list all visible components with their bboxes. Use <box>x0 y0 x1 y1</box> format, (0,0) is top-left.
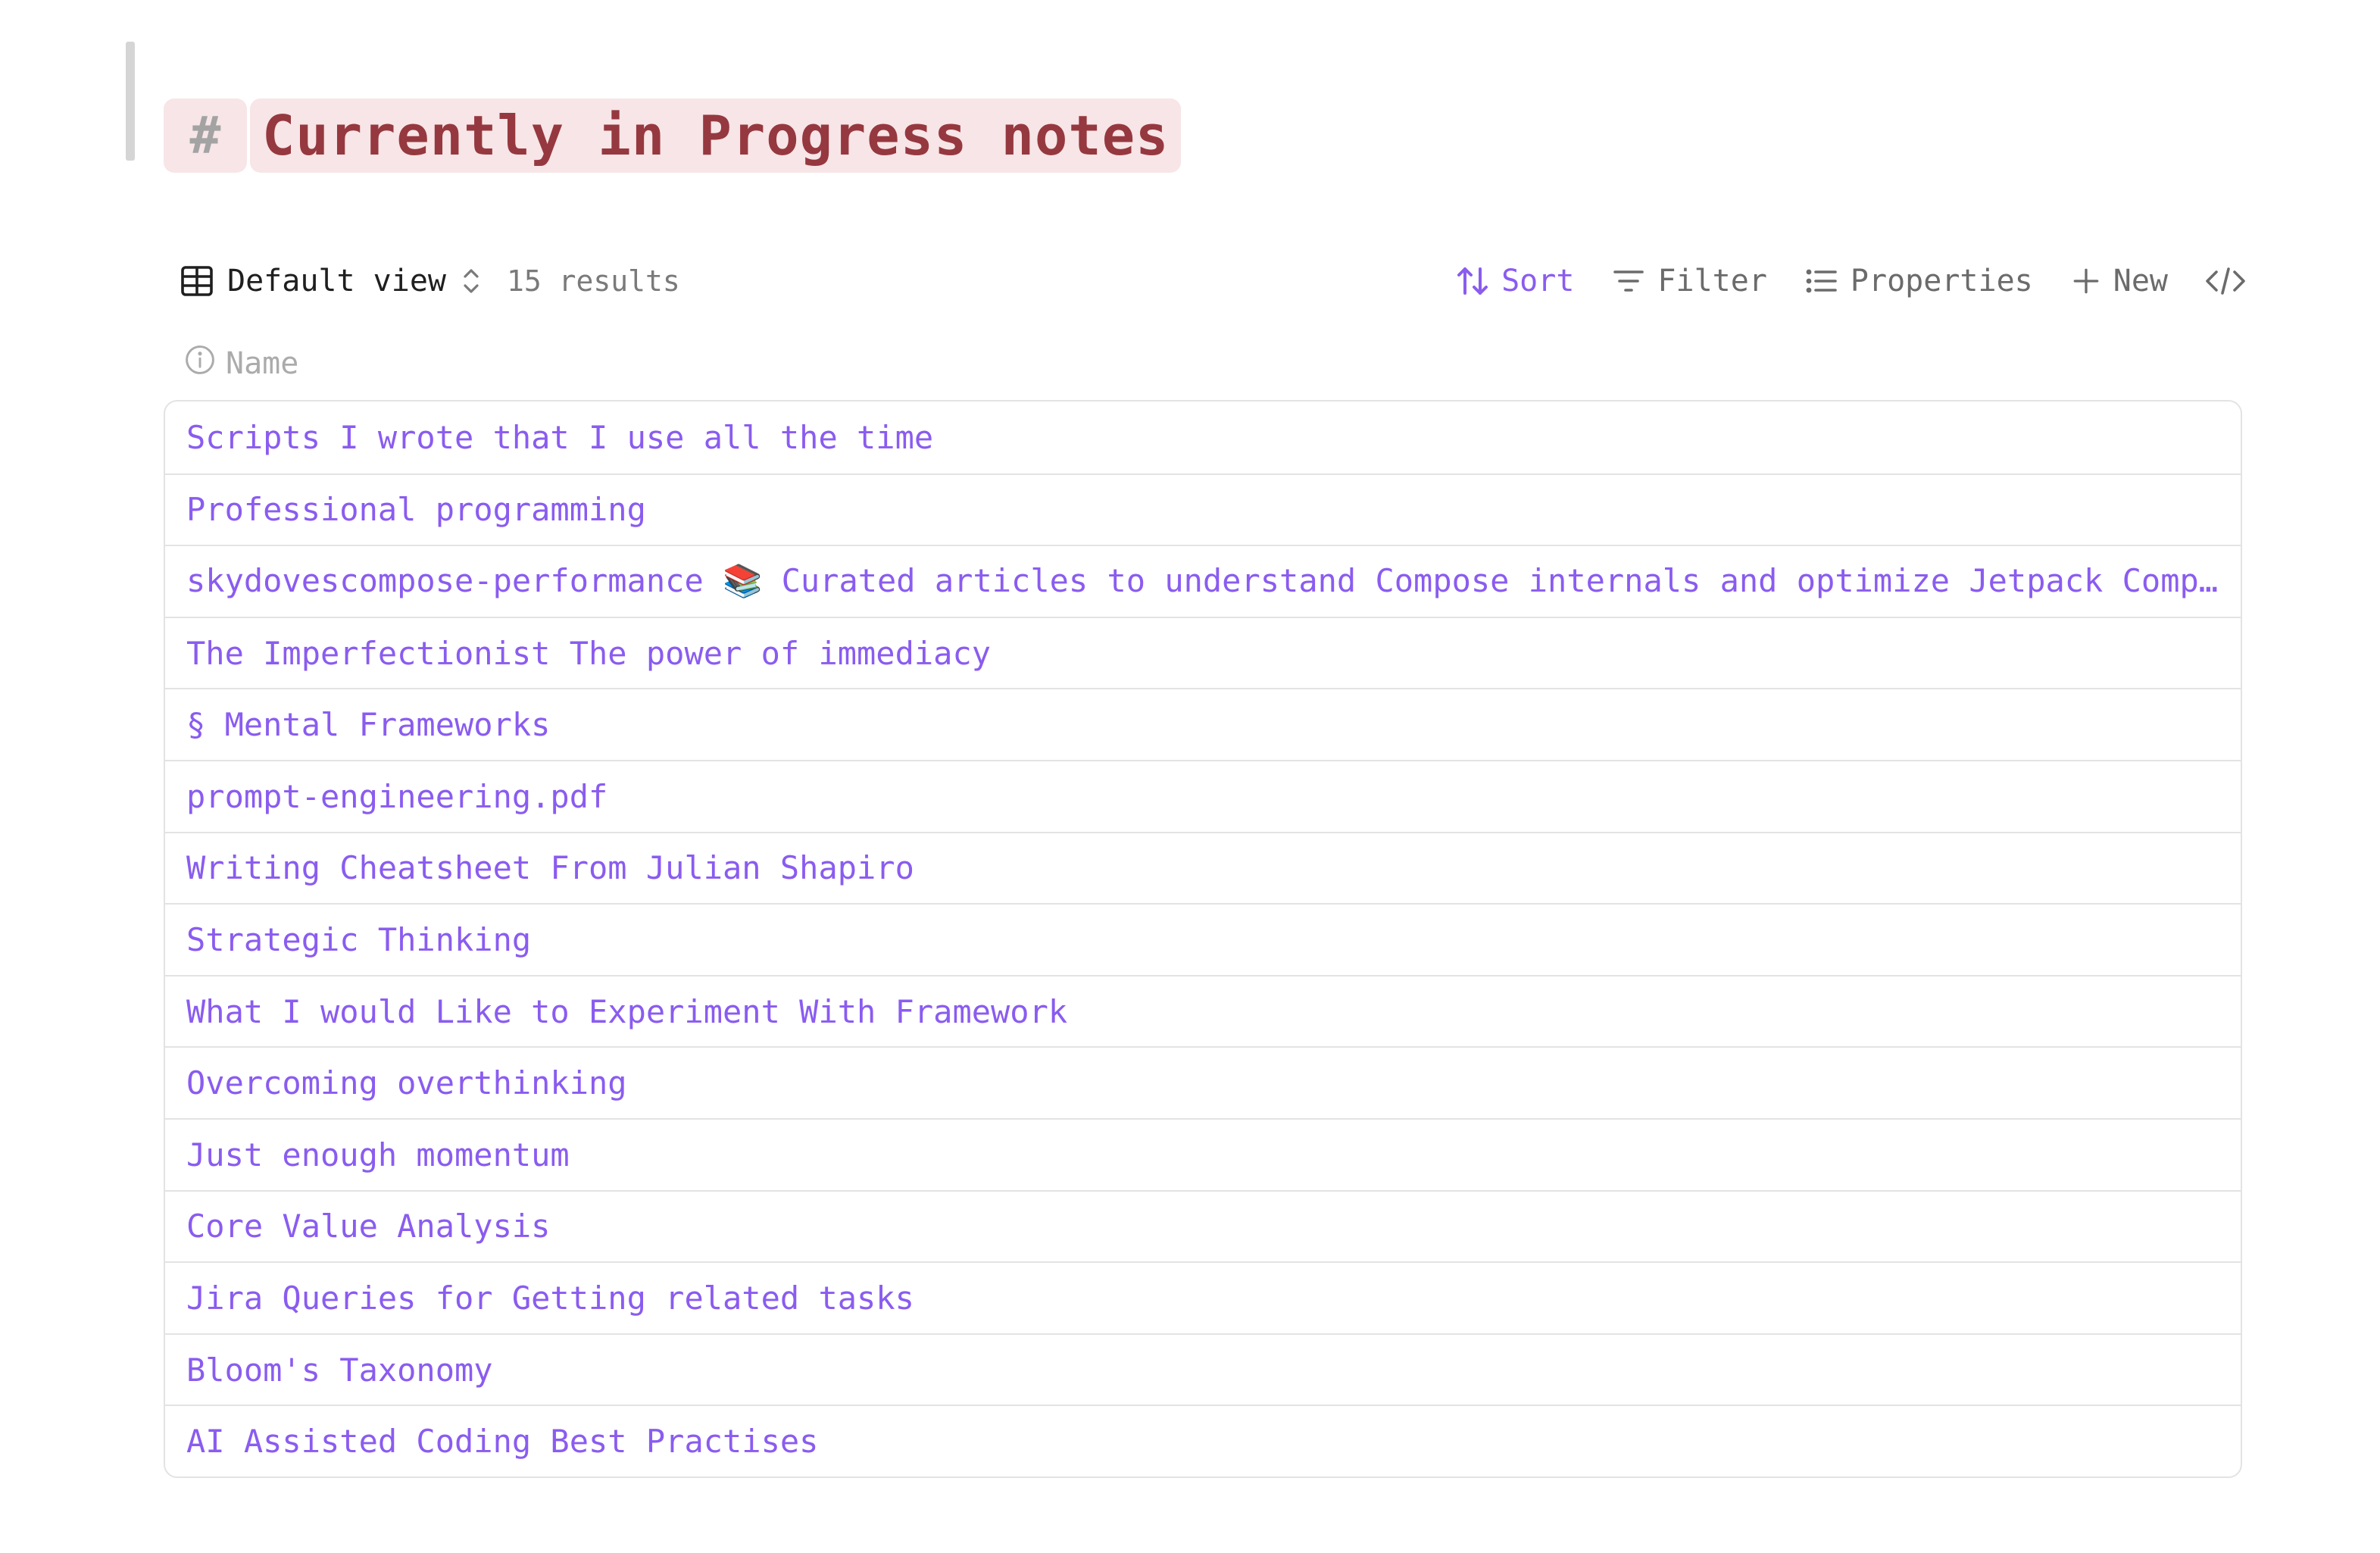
table-row[interactable]: The Imperfectionist The power of immedia… <box>165 616 2241 689</box>
table-row[interactable]: Jira Queries for Getting related tasks <box>165 1261 2241 1333</box>
block-gutter-bar <box>126 42 135 161</box>
toolbar-right: Sort Filter Properties New <box>1454 263 2247 299</box>
properties-button[interactable]: Properties <box>1804 263 2033 299</box>
page-heading: # Currently in Progress notes <box>164 98 1182 173</box>
view-selector-label: Default view <box>227 264 446 298</box>
properties-label: Properties <box>1850 264 2033 298</box>
note-link[interactable]: Scripts I wrote that I use all the time <box>186 419 933 456</box>
table-row[interactable]: § Mental Frameworks <box>165 688 2241 760</box>
note-link[interactable]: § Mental Frameworks <box>186 706 550 743</box>
heading-hash-marker: # <box>164 98 247 173</box>
table-row[interactable]: Bloom's Taxonomy <box>165 1333 2241 1405</box>
table-row[interactable]: Professional programming <box>165 473 2241 545</box>
table-view-icon <box>179 263 215 299</box>
view-selector[interactable]: Default view <box>179 263 484 299</box>
table-row[interactable]: skydovescompose-performance 📚 Curated ar… <box>165 545 2241 617</box>
table-row[interactable]: AI Assisted Coding Best Practises <box>165 1405 2241 1476</box>
page-title[interactable]: Currently in Progress notes <box>250 98 1182 173</box>
note-link[interactable]: Jira Queries for Getting related tasks <box>186 1280 914 1317</box>
table-row[interactable]: Overcoming overthinking <box>165 1046 2241 1118</box>
note-link[interactable]: The Imperfectionist The power of immedia… <box>186 635 991 672</box>
note-link[interactable]: skydovescompose-performance 📚 Curated ar… <box>186 562 2219 600</box>
table-row[interactable]: Core Value Analysis <box>165 1189 2241 1262</box>
note-link[interactable]: Just enough momentum <box>186 1136 570 1173</box>
results-table: Scripts I wrote that I use all the time … <box>164 400 2242 1478</box>
table-row[interactable]: What I would Like to Experiment With Fra… <box>165 974 2241 1047</box>
note-link[interactable]: Overcoming overthinking <box>186 1064 627 1101</box>
name-column-header[interactable]: Name <box>183 342 298 385</box>
filter-button[interactable]: Filter <box>1610 263 1767 299</box>
embed-code-button[interactable] <box>2204 263 2247 299</box>
sort-label: Sort <box>1501 264 1575 298</box>
view-toolbar: Default view 15 results Sort Filter Prop… <box>179 254 2247 308</box>
note-link[interactable]: AI Assisted Coding Best Practises <box>186 1423 818 1460</box>
new-button[interactable]: New <box>2069 264 2168 298</box>
results-count: 15 results <box>506 264 680 298</box>
table-row[interactable]: Scripts I wrote that I use all the time <box>165 402 2241 473</box>
toolbar-left: Default view 15 results <box>179 263 680 299</box>
sort-button[interactable]: Sort <box>1454 263 1574 299</box>
list-icon <box>1804 263 1840 299</box>
note-link[interactable]: Core Value Analysis <box>186 1208 550 1245</box>
note-link[interactable]: Bloom's Taxonomy <box>186 1351 493 1389</box>
note-link[interactable]: prompt-engineering.pdf <box>186 778 607 815</box>
note-link[interactable]: Professional programming <box>186 491 646 528</box>
table-row[interactable]: prompt-engineering.pdf <box>165 759 2241 832</box>
plus-icon <box>2069 264 2103 298</box>
note-link[interactable]: Strategic Thinking <box>186 921 531 958</box>
info-icon <box>183 343 217 384</box>
table-row[interactable]: Strategic Thinking <box>165 903 2241 975</box>
column-header-label: Name <box>226 346 299 381</box>
filter-label: Filter <box>1657 264 1767 298</box>
note-link[interactable]: Writing Cheatsheet From Julian Shapiro <box>186 849 914 886</box>
sort-icon <box>1454 263 1491 299</box>
filter-icon <box>1610 263 1647 299</box>
table-row[interactable]: Just enough momentum <box>165 1117 2241 1190</box>
code-icon <box>2204 263 2247 299</box>
note-link[interactable]: What I would Like to Experiment With Fra… <box>186 993 1067 1030</box>
chevron-up-down-icon <box>458 266 484 296</box>
table-row[interactable]: Writing Cheatsheet From Julian Shapiro <box>165 831 2241 904</box>
new-label: New <box>2113 264 2168 298</box>
